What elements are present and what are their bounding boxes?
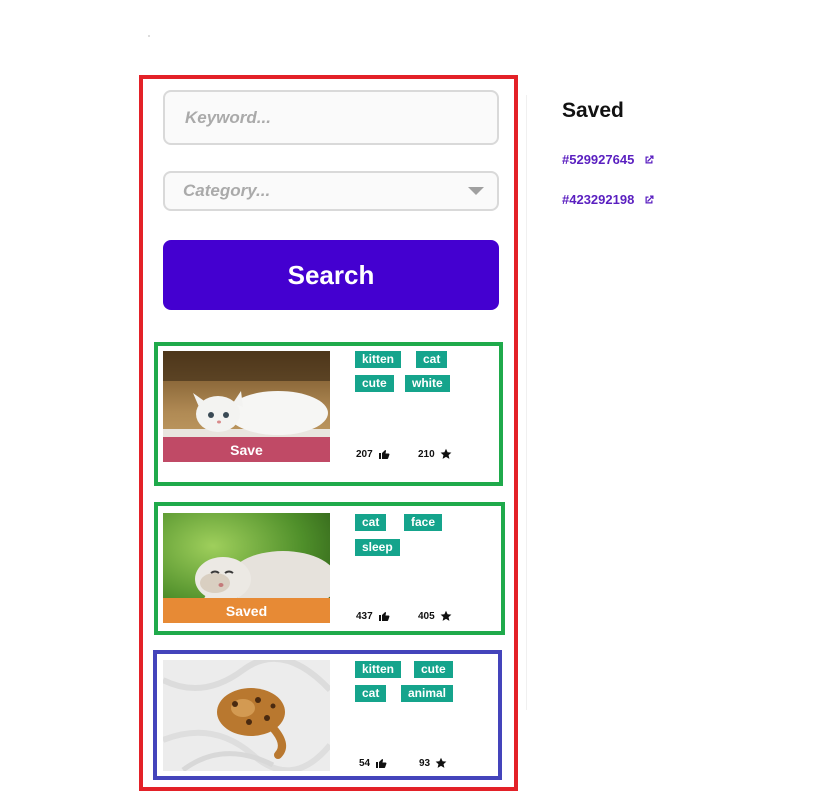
category-placeholder: Category... xyxy=(183,181,271,200)
likes-stat: 54 xyxy=(359,757,387,769)
likes-count: 54 xyxy=(359,757,371,769)
thumbs-up-icon xyxy=(376,759,387,768)
saved-link[interactable]: #423292198 xyxy=(562,192,655,207)
save-button[interactable]: Save xyxy=(163,437,330,462)
keyword-input[interactable] xyxy=(183,106,497,129)
stars-stat: 93 xyxy=(419,757,447,769)
chevron-down-icon xyxy=(468,187,484,195)
external-link-icon xyxy=(645,195,654,203)
tag[interactable]: cat xyxy=(416,351,448,368)
save-label: Save xyxy=(230,441,263,458)
result-thumbnail[interactable] xyxy=(163,660,330,771)
thumbs-up-icon xyxy=(378,612,390,621)
bengal-kitten-image xyxy=(163,660,330,771)
likes-stat: 207 xyxy=(356,448,390,460)
thumbs-up-icon xyxy=(378,450,390,459)
saved-label: Saved xyxy=(225,602,268,619)
stars-count: 405 xyxy=(418,610,435,622)
tag[interactable]: animal xyxy=(401,685,454,702)
stars-stat: 405 xyxy=(418,610,452,622)
search-button-label: Search xyxy=(287,259,375,290)
tag[interactable]: sleep xyxy=(355,539,400,556)
keyword-field[interactable] xyxy=(163,90,499,145)
star-icon xyxy=(440,610,452,621)
star-icon xyxy=(435,757,447,768)
search-button[interactable]: Search xyxy=(163,240,499,310)
tag[interactable]: face xyxy=(404,514,443,531)
panel-divider xyxy=(526,95,527,710)
saved-link[interactable]: #529927645 xyxy=(562,152,655,167)
likes-stat: 437 xyxy=(356,610,390,622)
save-bar-holder: Save xyxy=(163,362,330,462)
saved-link-label: #529927645 xyxy=(562,152,635,167)
tag[interactable]: cute xyxy=(414,661,453,678)
likes-count: 207 xyxy=(356,448,373,460)
tag[interactable]: cat xyxy=(355,685,387,702)
star-icon xyxy=(440,448,452,459)
tag[interactable]: kitten xyxy=(355,661,402,678)
tag[interactable]: kitten xyxy=(355,351,402,368)
saved-button[interactable]: Saved xyxy=(163,598,330,623)
external-link-icon xyxy=(645,155,654,163)
decorative-dot xyxy=(148,35,150,37)
saved-heading: Saved xyxy=(562,99,624,122)
stars-count: 93 xyxy=(419,757,431,769)
stars-count: 210 xyxy=(418,448,435,460)
save-bar-holder: Saved xyxy=(163,523,330,623)
stars-stat: 210 xyxy=(418,448,452,460)
saved-link-label: #423292198 xyxy=(562,192,635,207)
likes-count: 437 xyxy=(356,610,373,622)
tag[interactable]: white xyxy=(405,375,450,392)
tag[interactable]: cute xyxy=(355,375,394,392)
category-select[interactable]: Category... xyxy=(163,171,499,211)
tag[interactable]: cat xyxy=(355,514,387,531)
